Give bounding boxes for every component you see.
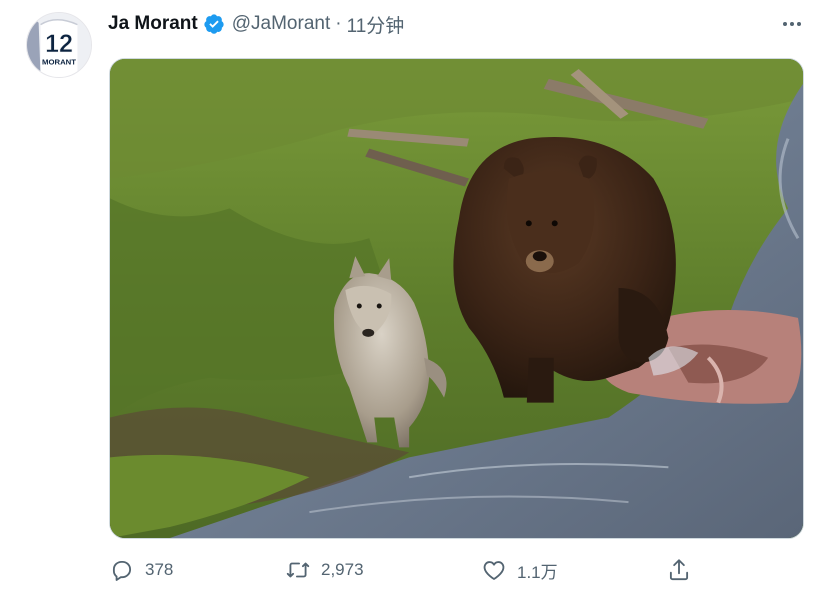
tweet-timestamp[interactable]: 11分钟 (347, 11, 405, 38)
share-upload-icon (669, 559, 689, 581)
like-button[interactable]: 1.1万 (481, 553, 558, 587)
author-avatar[interactable]: 12 MORANT (26, 12, 92, 78)
retweet-count: 2,973 (321, 560, 364, 579)
like-count: 1.1万 (517, 562, 558, 582)
tweet-photo[interactable] (109, 58, 804, 539)
tweet-action-bar: 378 2,973 1.1万 (109, 553, 709, 587)
tweet-header: Ja Morant @JaMorant · 11分钟 (108, 10, 404, 38)
more-options-button[interactable] (778, 12, 806, 36)
more-horizontal-icon (783, 22, 801, 26)
reply-count: 378 (145, 560, 174, 579)
reply-button[interactable]: 378 (109, 553, 173, 587)
author-handle[interactable]: @JaMorant (232, 13, 331, 35)
author-display-name[interactable]: Ja Morant (108, 13, 198, 35)
retweet-arrows-icon (286, 562, 310, 578)
retweet-button[interactable]: 2,973 (285, 553, 364, 587)
heart-icon (483, 561, 505, 580)
header-separator: · (335, 13, 342, 34)
jersey-avatar-image: 12 MORANT (27, 13, 91, 77)
verified-badge-icon (203, 13, 225, 35)
wolf-bear-photo-image (110, 59, 803, 538)
reply-bubble-icon (112, 560, 132, 581)
share-button[interactable] (666, 553, 692, 587)
avatar-jersey-name: MORANT (42, 57, 76, 66)
avatar-jersey-number: 12 (45, 30, 73, 58)
